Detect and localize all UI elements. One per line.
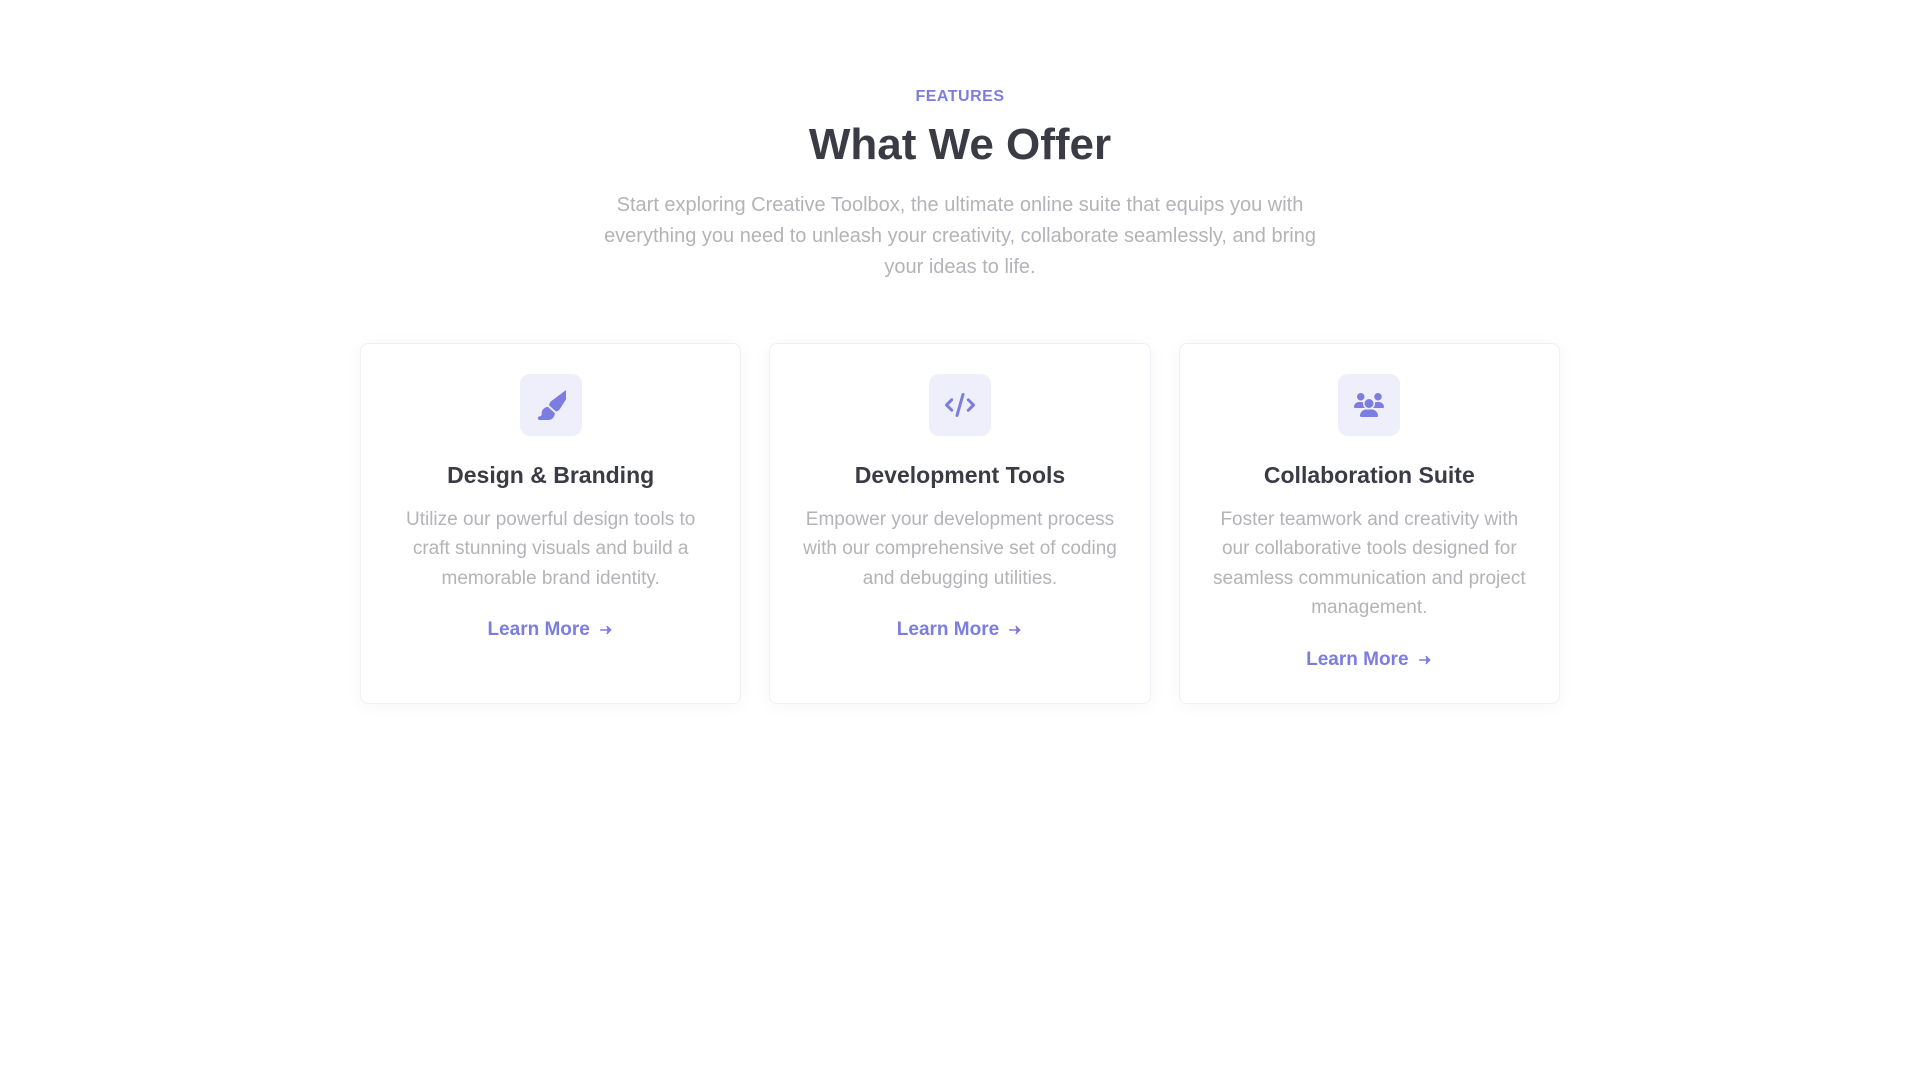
learn-more-link[interactable]: Learn More [1306,649,1432,671]
section-header: FEATURES What We Offer Start exploring C… [600,88,1320,283]
learn-more-label: Learn More [897,619,999,641]
arrow-right-icon [1007,619,1023,641]
feature-card-development: Development Tools Empower your developme… [769,343,1150,704]
features-section: FEATURES What We Offer Start exploring C… [0,0,1920,704]
code-icon [929,374,991,436]
learn-more-link[interactable]: Learn More [897,619,1023,641]
feature-card-title: Development Tools [855,462,1065,489]
feature-card-design: Design & Branding Utilize our powerful d… [360,343,741,704]
feature-card-title: Design & Branding [447,462,654,489]
arrow-right-icon [1417,649,1433,671]
feature-card-desc: Foster teamwork and creativity with our … [1206,505,1533,623]
paint-brush-icon [520,374,582,436]
users-icon [1338,374,1400,436]
section-subtitle: Start exploring Creative Toolbox, the ul… [600,190,1320,283]
feature-card-collaboration: Collaboration Suite Foster teamwork and … [1179,343,1560,704]
learn-more-label: Learn More [487,619,589,641]
section-eyebrow: FEATURES [600,88,1320,106]
feature-card-desc: Utilize our powerful design tools to cra… [387,505,714,593]
section-title: What We Offer [600,120,1320,170]
feature-card-title: Collaboration Suite [1264,462,1475,489]
learn-more-label: Learn More [1306,649,1408,671]
learn-more-link[interactable]: Learn More [487,619,613,641]
arrow-right-icon [598,619,614,641]
feature-cards-row: Design & Branding Utilize our powerful d… [320,343,1600,704]
feature-card-desc: Empower your development process with ou… [796,505,1123,593]
